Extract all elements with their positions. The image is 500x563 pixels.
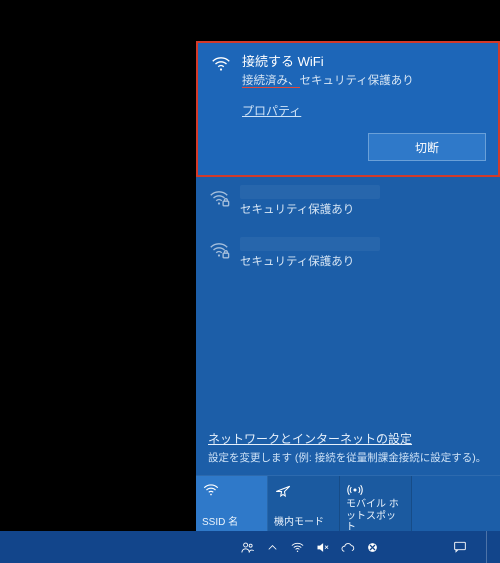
network-settings-desc: 設定を変更します (例: 接続を従量制課金接続に設定する)。: [208, 450, 488, 465]
chevron-up-icon[interactable]: [265, 540, 280, 555]
disconnect-row: 切断: [242, 133, 486, 161]
wifi-secured-icon: [208, 239, 230, 261]
action-center-icon[interactable]: [452, 539, 468, 555]
wifi-secured-icon: [208, 187, 230, 209]
cloud-icon[interactable]: [340, 540, 355, 555]
system-tray: [240, 540, 380, 555]
properties-link[interactable]: プロパティ: [242, 102, 301, 119]
network-status: 接続済み、セキュリティ保護あり: [242, 72, 486, 88]
tile-label: 機内モード: [274, 517, 333, 529]
network-item[interactable]: セキュリティ保護あり: [196, 177, 500, 229]
quick-tiles: SSID 名 機内モード モバイル ホットスポット: [196, 475, 500, 531]
tile-label: モバイル ホットスポット: [346, 499, 405, 534]
volume-muted-icon[interactable]: [315, 540, 330, 555]
network-status: セキュリティ保護あり: [240, 201, 488, 217]
network-status: セキュリティ保護あり: [240, 253, 488, 269]
hotspot-icon: [346, 481, 405, 499]
network-name-redacted: [240, 185, 380, 199]
wifi-tray-icon[interactable]: [290, 540, 305, 555]
network-item-connected[interactable]: 接続する WiFi 接続済み、セキュリティ保護あり プロパティ 切断: [196, 41, 500, 177]
network-list: 接続する WiFi 接続済み、セキュリティ保護あり プロパティ 切断 セキュリテ…: [196, 41, 500, 422]
tile-wifi[interactable]: SSID 名: [196, 476, 268, 532]
network-item[interactable]: セキュリティ保護あり: [196, 229, 500, 281]
tile-hotspot[interactable]: モバイル ホットスポット: [340, 476, 412, 532]
network-name: 接続する WiFi: [242, 51, 486, 70]
network-body: セキュリティ保護あり: [240, 237, 488, 269]
taskbar: [0, 531, 500, 563]
show-desktop-button[interactable]: [486, 531, 492, 563]
wifi-icon: [202, 481, 261, 499]
blocked-icon[interactable]: [365, 540, 380, 555]
wifi-flyout: 接続する WiFi 接続済み、セキュリティ保護あり プロパティ 切断 セキュリテ…: [196, 41, 500, 531]
wifi-icon: [210, 53, 232, 75]
tile-airplane[interactable]: 機内モード: [268, 476, 340, 532]
network-name-redacted: [240, 237, 380, 251]
people-icon[interactable]: [240, 540, 255, 555]
disconnect-button[interactable]: 切断: [368, 133, 486, 161]
airplane-icon: [274, 481, 333, 499]
status-secured: セキュリティ保護あり: [300, 75, 414, 87]
network-settings: ネットワークとインターネットの設定 設定を変更します (例: 接続を従量制課金接…: [196, 422, 500, 475]
network-body: 接続する WiFi 接続済み、セキュリティ保護あり プロパティ 切断: [242, 51, 486, 161]
network-body: セキュリティ保護あり: [240, 185, 488, 217]
network-settings-link[interactable]: ネットワークとインターネットの設定: [208, 432, 412, 446]
status-connected: 接続済み、: [242, 75, 300, 88]
tile-label: SSID 名: [202, 517, 261, 529]
